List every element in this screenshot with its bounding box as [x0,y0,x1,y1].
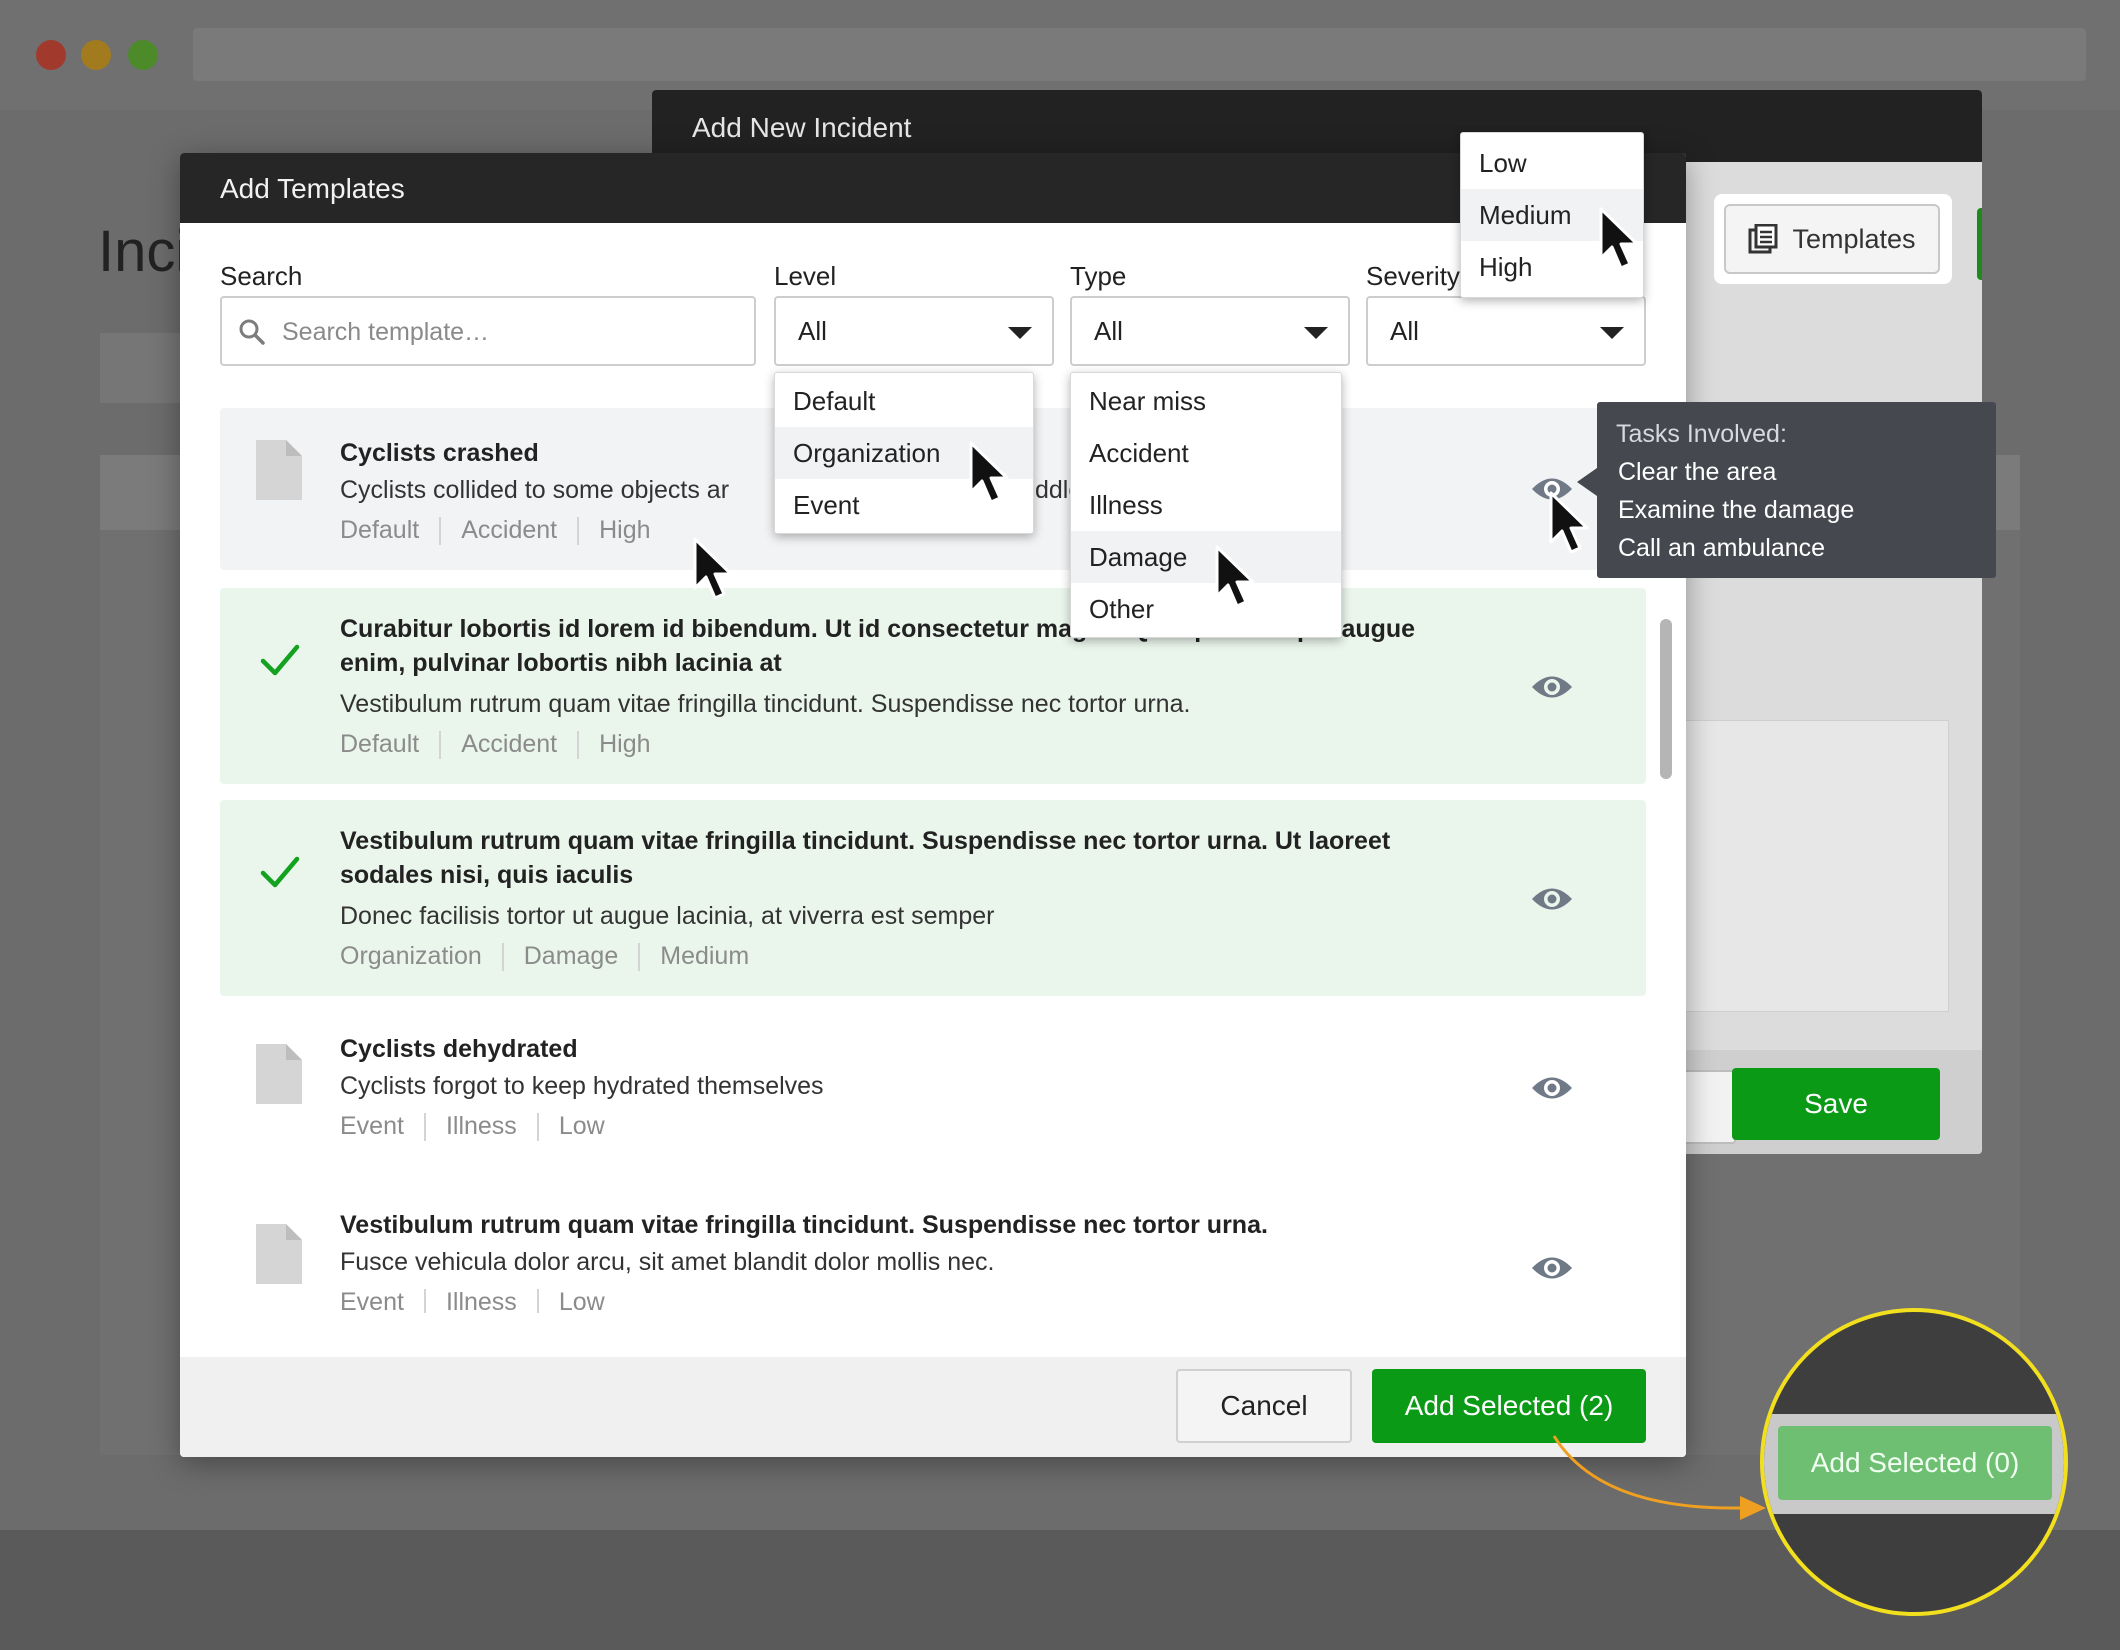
address-bar[interactable] [193,28,2086,81]
template-meta: Event Illness Low [340,1112,605,1141]
type-select[interactable]: All [1070,296,1350,366]
template-title: Cyclists dehydrated [340,1035,578,1063]
zoom-callout: Add Selected (0) [1760,1308,2068,1616]
search-label: Search [220,261,303,291]
templates-button[interactable]: Templates [1724,204,1940,274]
tooltip-task: Call an ambulance [1618,534,1826,562]
severity-select-value: All [1390,316,1419,346]
save-button[interactable]: Save [1732,1068,1940,1140]
template-description: Vestibulum rutrum quam vitae fringilla t… [340,690,1191,718]
minimize-dot[interactable] [81,40,111,70]
type-option-near-miss[interactable]: Near miss [1071,375,1341,427]
template-level: Event [340,1112,404,1140]
file-icon [256,1044,302,1104]
template-meta: Default Accident High [340,516,651,545]
type-option-damage[interactable]: Damage [1071,531,1341,583]
template-title: Vestibulum rutrum quam vitae fringilla t… [340,1211,1268,1239]
templates-button-highlight: Templates [1714,194,1952,284]
caret-down-icon [1600,327,1624,339]
template-meta: Event Illness Low [340,1288,605,1313]
eye-icon[interactable] [1530,672,1574,702]
template-level: Organization [340,942,482,970]
incident-dialog-title: Add New Incident [652,90,1982,162]
type-select-value: All [1094,316,1123,346]
tasks-tooltip: Tasks Involved: Clear the area Examine t… [1577,402,1996,578]
type-option-accident[interactable]: Accident [1071,427,1341,479]
level-select-value: All [798,316,827,346]
template-description: Fusce vehicula dolor arcu, sit amet blan… [340,1248,995,1276]
template-level: Event [340,1288,404,1313]
incident-cancel-button-edge[interactable] [1682,1070,1736,1144]
search-icon [239,319,265,345]
template-severity: Medium [660,942,750,970]
add-selected-disabled-button: Add Selected (0) [1778,1426,2052,1500]
templates-book-icon [1748,224,1778,254]
type-dropdown-menu: Near miss Accident Illness Damage Other [1070,372,1342,638]
cursor-icon [1599,207,1639,270]
level-select[interactable]: All [774,296,1054,366]
caret-down-icon [1008,327,1032,339]
template-row[interactable]: Vestibulum rutrum quam vitae fringilla t… [220,1192,1646,1313]
tooltip-task: Clear the area [1618,458,1777,486]
template-type: Damage [523,942,619,970]
severity-option-low[interactable]: Low [1461,137,1643,189]
template-type: Accident [461,516,558,544]
type-option-other[interactable]: Other [1071,583,1341,635]
check-icon [260,856,300,888]
level-option-default[interactable]: Default [775,375,1033,427]
template-severity: Low [558,1112,605,1140]
template-severity: Low [558,1288,605,1313]
maximize-dot[interactable] [128,40,158,70]
eye-icon[interactable] [1530,1073,1574,1103]
type-option-illness[interactable]: Illness [1071,479,1341,531]
severity-label: Severity [1366,261,1460,291]
template-title: Vestibulum rutrum quam vitae fringilla t… [340,827,1391,889]
template-description: Cyclists forgot to keep hydrated themsel… [340,1072,824,1100]
template-row-selected[interactable]: Vestibulum rutrum quam vitae fringilla t… [220,800,1646,996]
incident-textarea[interactable] [1677,720,1949,1012]
cursor-icon [1215,545,1255,608]
template-rows: Cyclists crashed Cyclists collided to so… [220,408,1646,1313]
cursor-icon [693,537,733,600]
caret-down-icon [1304,327,1328,339]
level-label: Level [774,261,837,291]
template-level: Default [340,516,420,544]
template-row-selected[interactable]: Curabitur lobortis id lorem id bibendum.… [220,588,1646,784]
template-meta: Organization Damage Medium [340,942,749,971]
file-icon [256,1224,302,1284]
templates-button-label: Templates [1792,223,1916,254]
callout-arrow [1552,1435,1766,1520]
template-description: Donec facilisis tortor ut augue lacinia,… [340,902,995,930]
cursor-icon [969,441,1009,504]
cursor-icon [1549,491,1589,554]
severity-select[interactable]: All [1366,296,1646,366]
template-type: Illness [445,1288,517,1313]
template-severity: High [599,730,651,758]
file-icon [256,440,302,500]
template-type: Illness [445,1112,517,1140]
cancel-button[interactable]: Cancel [1176,1369,1352,1443]
eye-icon[interactable] [1530,1253,1574,1283]
type-label: Type [1070,261,1127,291]
incident-green-button-edge[interactable] [1977,208,1982,280]
template-row[interactable]: Cyclists dehydrated Cyclists forgot to k… [220,1012,1646,1172]
background-page-title: Inci [98,219,189,284]
template-level: Default [340,730,420,758]
eye-icon[interactable] [1530,884,1574,914]
tooltip-heading: Tasks Involved: [1616,420,1787,448]
tooltip-task: Examine the damage [1618,496,1855,524]
template-description: Cyclists collided to some objects ar [340,476,730,504]
template-meta: Default Accident High [340,730,651,759]
template-severity: High [599,516,651,544]
list-scrollbar[interactable] [1660,619,1672,779]
template-type: Accident [461,730,558,758]
check-icon [260,644,300,676]
search-field[interactable] [220,296,756,366]
search-input[interactable] [280,298,744,366]
close-dot[interactable] [36,40,66,70]
